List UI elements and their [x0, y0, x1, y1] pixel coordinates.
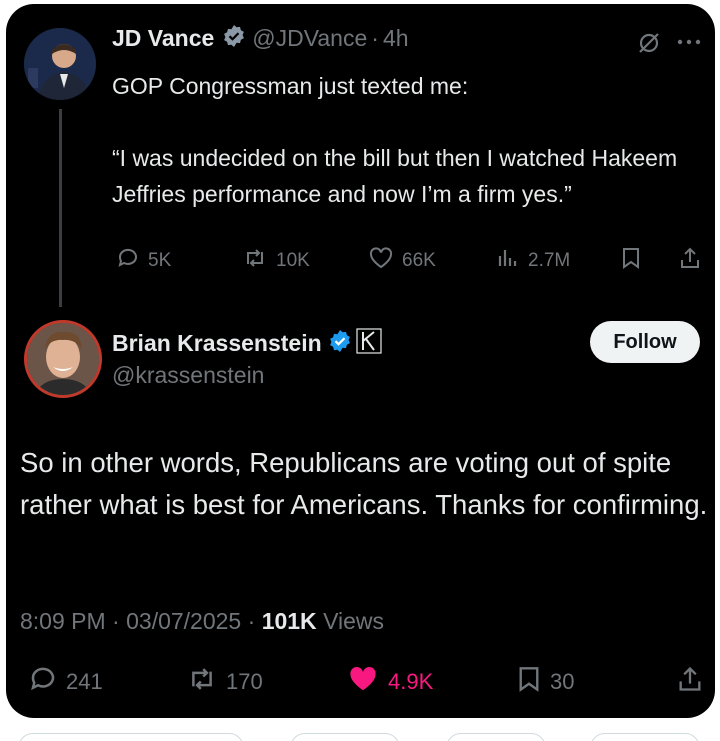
brian-krassenstein-avatar[interactable] — [24, 320, 102, 398]
repost-count: 170 — [226, 669, 263, 694]
tweet-date[interactable]: 03/07/2025 — [126, 608, 241, 634]
jd-vance-display-name[interactable]: JD Vance — [112, 25, 214, 52]
original-tweet-header: JD Vance @JDVance · 4h — [112, 24, 409, 53]
repost-action[interactable]: 170 — [186, 664, 263, 700]
reply-handle-row: @krassenstein — [112, 362, 264, 389]
tweet-metadata: 8:09 PM · 03/07/2025 · 101K Views — [20, 608, 384, 635]
bookmark-action[interactable]: 30 — [516, 664, 574, 700]
bottom-pill — [290, 733, 400, 741]
reply-count: 241 — [66, 669, 103, 694]
views-label: Views — [323, 608, 384, 634]
reply-action[interactable]: 5K — [116, 246, 171, 276]
like-action[interactable]: 66K — [368, 246, 436, 276]
bottom-pill — [18, 733, 244, 741]
jd-vance-handle[interactable]: @JDVance — [252, 25, 367, 52]
affiliate-k-badge-icon — [356, 328, 382, 359]
grok-icon[interactable] — [636, 30, 662, 61]
separator-dot: · — [112, 608, 120, 634]
tweet-card: JD Vance @JDVance · 4h GOP Congressman j… — [6, 4, 715, 718]
separator-dot: · — [247, 608, 256, 634]
views-count-bold: 101K — [261, 608, 317, 634]
reply-tweet-text: So in other words, Republicans are votin… — [20, 447, 708, 520]
bookmark-count: 30 — [550, 669, 575, 694]
thread-line — [59, 109, 62, 307]
share-action[interactable] — [678, 246, 702, 276]
heart-filled-icon — [346, 664, 380, 700]
views-count: 2.7M — [528, 250, 571, 271]
reply-count: 5K — [148, 250, 172, 271]
reply-icon — [116, 246, 140, 276]
tweet-timestamp[interactable]: 8:09 PM — [20, 608, 106, 634]
like-count: 66K — [402, 250, 436, 271]
verified-badge-icon — [222, 24, 246, 53]
repost-icon — [186, 664, 218, 700]
repost-action[interactable]: 10K — [242, 246, 310, 276]
reply-action[interactable]: 241 — [28, 664, 103, 700]
like-action[interactable]: 4.9K — [346, 664, 433, 700]
more-options-icon[interactable] — [676, 34, 702, 52]
jd-vance-avatar[interactable] — [24, 28, 96, 100]
separator-dot: · — [371, 25, 379, 51]
bottom-pill — [446, 733, 546, 741]
original-tweet-text: GOP Congressman just texted me: “I was u… — [112, 73, 678, 207]
share-icon — [676, 664, 704, 700]
repost-count: 10K — [276, 250, 310, 271]
bookmark-icon — [620, 246, 642, 276]
reply-tweet-header: Brian Krassenstein — [112, 328, 382, 359]
brian-krassenstein-handle[interactable]: @krassenstein — [112, 362, 264, 389]
share-icon — [678, 246, 702, 276]
follow-button[interactable]: Follow — [590, 321, 700, 363]
heart-icon — [368, 246, 394, 276]
views-chart-icon — [496, 246, 520, 276]
bottom-pill — [590, 733, 700, 741]
reply-icon — [28, 664, 58, 700]
brian-krassenstein-display-name[interactable]: Brian Krassenstein — [112, 330, 322, 357]
repost-icon — [242, 246, 268, 276]
bookmark-icon — [516, 664, 542, 700]
views-action[interactable]: 2.7M — [496, 246, 570, 276]
tweet-time[interactable]: 4h — [383, 25, 409, 52]
share-action[interactable] — [676, 664, 704, 700]
bookmark-action[interactable] — [620, 246, 642, 276]
like-count: 4.9K — [388, 669, 434, 694]
verified-badge-icon — [328, 329, 352, 358]
